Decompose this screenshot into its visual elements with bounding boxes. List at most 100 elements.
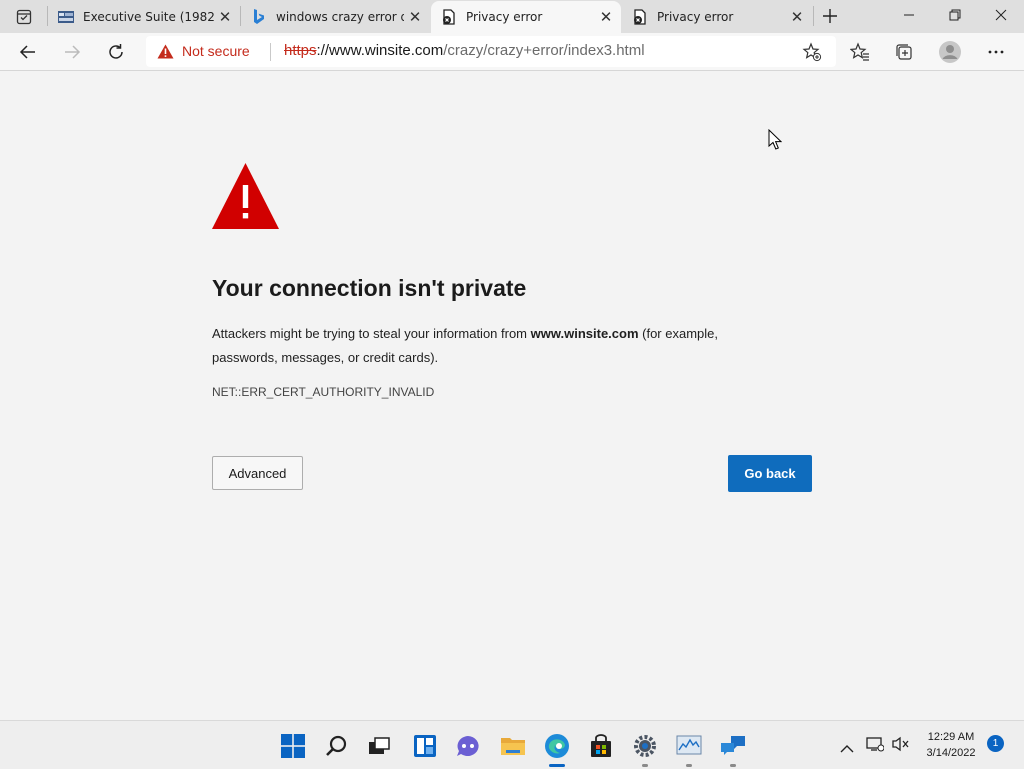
edge-button[interactable] [540, 729, 574, 763]
url-scheme: https [284, 42, 317, 59]
remote-assist-button[interactable] [716, 729, 750, 763]
running-app-indicator [686, 764, 692, 767]
profile-button[interactable] [935, 37, 965, 67]
tab-separator [813, 6, 814, 26]
tab-actions-menu-button[interactable] [8, 6, 40, 28]
error-page-icon [441, 9, 457, 25]
restore-icon [949, 9, 961, 21]
forward-button[interactable] [57, 37, 87, 67]
refresh-icon [109, 44, 123, 59]
close-icon: ✕ [790, 7, 804, 26]
tab-title: windows crazy error do [276, 9, 404, 24]
back-button[interactable] [13, 37, 43, 67]
plus-icon [823, 9, 837, 23]
chat-button[interactable] [451, 729, 485, 763]
file-explorer-button[interactable] [496, 729, 530, 763]
close-tab-button[interactable]: ✕ [404, 6, 426, 28]
network-status-button[interactable] [866, 736, 885, 756]
tab-title: Privacy error [657, 9, 734, 24]
performance-monitor-button[interactable] [672, 729, 706, 763]
page-heading: Your connection isn't private [212, 275, 527, 301]
address-separator [270, 43, 271, 61]
description-host: www.winsite.com [530, 326, 639, 341]
tab-title: Privacy error [466, 10, 543, 24]
close-icon: ✕ [408, 7, 422, 26]
advanced-button[interactable]: Advanced [212, 456, 303, 490]
refresh-button[interactable] [101, 37, 131, 67]
address-bar[interactable]: Not secure https://www.winsite.com/crazy… [146, 36, 836, 67]
start-button[interactable] [276, 729, 310, 763]
restore-button[interactable] [932, 0, 978, 30]
film-icon [58, 9, 74, 25]
clock-date: 3/14/2022 [926, 747, 976, 759]
chevron-up-icon [840, 745, 854, 753]
go-back-button[interactable]: Go back [728, 455, 812, 492]
add-favorite-button[interactable] [802, 42, 822, 66]
favorites-icon [850, 42, 869, 61]
error-description: Attackers might be trying to steal your … [212, 322, 782, 370]
minimize-button[interactable] [886, 0, 932, 30]
store-icon [591, 734, 611, 757]
close-window-button[interactable] [978, 0, 1024, 30]
close-icon: ✕ [218, 7, 232, 26]
settings-icon [634, 735, 656, 757]
close-tab-button[interactable]: ✕ [214, 6, 236, 28]
forward-arrow-icon [65, 45, 81, 59]
network-icon [866, 737, 885, 752]
remote-assist-icon [721, 736, 745, 755]
notification-badge[interactable]: 1 [987, 735, 1004, 752]
speaker-muted-icon [892, 736, 909, 752]
tab-privacy-error-active[interactable]: Privacy error ✕ [431, 1, 621, 33]
chat-icon [457, 736, 479, 756]
clock-time: 12:29 AM [927, 731, 975, 743]
mouse-cursor-icon [768, 128, 783, 155]
store-button[interactable] [584, 729, 618, 763]
url-path: /crazy/crazy+error/index3.html [443, 42, 645, 59]
clock[interactable]: 12:29 AM 3/14/2022 [918, 729, 984, 761]
bing-icon [251, 8, 267, 25]
collections-icon [896, 44, 912, 60]
widgets-icon [414, 735, 436, 757]
favorites-button[interactable] [845, 37, 875, 67]
volume-button[interactable] [892, 736, 910, 756]
task-view-button[interactable] [362, 729, 396, 763]
star-add-icon [802, 42, 822, 62]
running-app-indicator [730, 764, 736, 767]
show-hidden-icons-button[interactable] [840, 738, 854, 757]
close-tab-button[interactable]: ✕ [595, 6, 617, 28]
widgets-button[interactable] [408, 729, 442, 763]
error-code[interactable]: NET::ERR_CERT_AUTHORITY_INVALID [212, 385, 434, 399]
warning-triangle-icon [211, 162, 280, 234]
warning-triangle-icon [157, 44, 174, 63]
close-tab-button[interactable]: ✕ [786, 6, 808, 28]
tab-privacy-error[interactable]: Privacy error ✕ [622, 0, 812, 33]
close-icon: ✕ [599, 8, 613, 26]
close-icon [995, 9, 1007, 21]
not-secure-label[interactable]: Not secure [182, 43, 250, 59]
search-button[interactable] [320, 729, 354, 763]
error-page-icon [632, 8, 648, 25]
tab-strip: Executive Suite (1982) | ✕ windows crazy… [0, 0, 1024, 33]
edge-icon [545, 734, 569, 758]
settings-more-button[interactable] [981, 37, 1011, 67]
collections-button[interactable] [889, 37, 919, 67]
url-host: ://www.winsite.com [316, 42, 444, 59]
task-view-icon [369, 737, 390, 754]
new-tab-button[interactable] [816, 4, 844, 28]
minimize-icon [904, 14, 914, 16]
start-icon [281, 734, 305, 758]
tab-executive-suite[interactable]: Executive Suite (1982) | ✕ [48, 0, 240, 33]
active-app-indicator [549, 764, 565, 767]
settings-button[interactable] [628, 729, 662, 763]
file-explorer-icon [501, 738, 525, 755]
tab-bing-search[interactable]: windows crazy error do ✕ [241, 0, 430, 33]
avatar-icon [939, 41, 961, 63]
tab-title: Executive Suite (1982) | [83, 9, 214, 24]
more-horizontal-icon [988, 50, 1004, 54]
url-text[interactable]: https://www.winsite.com/crazy/crazy+erro… [284, 42, 645, 59]
taskbar: 12:29 AM 3/14/2022 [0, 720, 1024, 769]
running-app-indicator [642, 764, 648, 767]
tab-actions-icon [16, 9, 32, 25]
description-text: Attackers might be trying to steal your … [212, 326, 531, 341]
search-icon [326, 735, 347, 756]
